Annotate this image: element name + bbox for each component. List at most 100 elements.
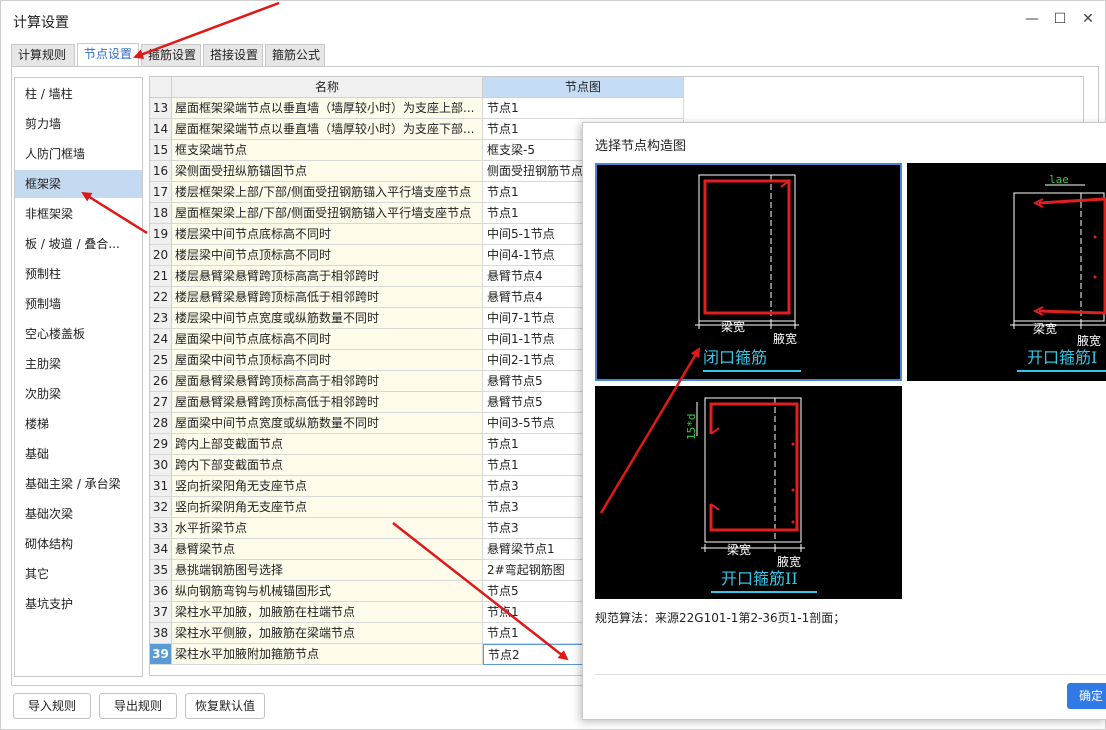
grid-header-name[interactable]: 名称 xyxy=(172,77,483,98)
row-number[interactable]: 21 xyxy=(150,266,172,287)
diagram-thumb-closed-stirrup[interactable]: 梁宽 腋宽 闭口箍筋 xyxy=(595,163,902,381)
row-name-cell[interactable]: 跨内上部变截面节点 xyxy=(172,434,483,455)
sidebar-item-foundation-main-beam[interactable]: 基础主梁 / 承台梁 xyxy=(15,470,142,498)
row-name-cell[interactable]: 屋面框架梁端节点以垂直墙（墙厚较小时）为支座下部... xyxy=(172,119,483,140)
row-name-cell[interactable]: 跨内下部变截面节点 xyxy=(172,455,483,476)
row-number[interactable]: 33 xyxy=(150,518,172,539)
sidebar-item-shear-wall[interactable]: 剪力墙 xyxy=(15,110,142,138)
row-number[interactable]: 32 xyxy=(150,497,172,518)
row-number[interactable]: 29 xyxy=(150,434,172,455)
grid-header-node[interactable]: 节点图 xyxy=(483,77,684,98)
row-number[interactable]: 23 xyxy=(150,308,172,329)
row-number[interactable]: 25 xyxy=(150,350,172,371)
sidebar-item-slab-ramp[interactable]: 板 / 坡道 / 叠合... xyxy=(15,230,142,258)
row-name-cell[interactable]: 框支梁端节点 xyxy=(172,140,483,161)
sidebar-item-column[interactable]: 柱 / 墙柱 xyxy=(15,80,142,108)
sidebar-item-main-rib-beam[interactable]: 主肋梁 xyxy=(15,350,142,378)
confirm-button[interactable]: 确定 xyxy=(1067,683,1106,709)
row-name-cell[interactable]: 屋面梁中间节点顶标高不同时 xyxy=(172,350,483,371)
title-bar: 计算设置 — ☐ ✕ xyxy=(1,1,1106,39)
row-name-cell[interactable]: 梁柱水平侧腋，加腋筋在梁端节点 xyxy=(172,623,483,644)
import-rules-button[interactable]: 导入规则 xyxy=(13,693,91,719)
row-number[interactable]: 31 xyxy=(150,476,172,497)
sidebar-item-pit-support[interactable]: 基坑支护 xyxy=(15,590,142,618)
row-number[interactable]: 27 xyxy=(150,392,172,413)
sidebar-item-civil-defense-door-wall[interactable]: 人防门框墙 xyxy=(15,140,142,168)
row-name-cell[interactable]: 楼层悬臂梁悬臂跨顶标高低于相邻跨时 xyxy=(172,287,483,308)
calc-settings-window: 计算设置 — ☐ ✕ 计算规则 节点设置 箍筋设置 搭接设置 箍筋公式 柱 / … xyxy=(0,0,1106,730)
row-number[interactable]: 19 xyxy=(150,224,172,245)
tab-node-settings[interactable]: 节点设置 xyxy=(77,43,139,67)
row-name-cell[interactable]: 楼层框架梁上部/下部/侧面受扭钢筋锚入平行墙支座节点 xyxy=(172,182,483,203)
tab-stirrup-formula[interactable]: 箍筋公式 xyxy=(265,44,325,66)
sidebar-item-hollow-slab[interactable]: 空心楼盖板 xyxy=(15,320,142,348)
row-number[interactable]: 13 xyxy=(150,98,172,119)
row-name-cell[interactable]: 楼层梁中间节点宽度或纵筋数量不同时 xyxy=(172,308,483,329)
row-number[interactable]: 35 xyxy=(150,560,172,581)
open-stirrup-2-diagram: 15*d 梁宽 腋宽 开口箍筋II xyxy=(685,397,817,593)
sidebar-item-precast-column[interactable]: 预制柱 xyxy=(15,260,142,288)
tab-stirrup-settings[interactable]: 箍筋设置 xyxy=(141,44,201,66)
tab-lap-settings[interactable]: 搭接设置 xyxy=(203,44,263,66)
sidebar-item-secondary-rib-beam[interactable]: 次肋梁 xyxy=(15,380,142,408)
row-name-cell[interactable]: 屋面梁中间节点底标高不同时 xyxy=(172,329,483,350)
row-name-cell[interactable]: 屋面框架梁上部/下部/侧面受扭钢筋锚入平行墙支座节点 xyxy=(172,203,483,224)
row-name-cell[interactable]: 楼层梁中间节点顶标高不同时 xyxy=(172,245,483,266)
table-row[interactable]: 13 屋面框架梁端节点以垂直墙（墙厚较小时）为支座上部... 节点1 xyxy=(150,98,684,119)
row-name-cell[interactable]: 竖向折梁阳角无支座节点 xyxy=(172,476,483,497)
open1-beam-width-label: 梁宽 xyxy=(1033,321,1057,336)
row-number[interactable]: 18 xyxy=(150,203,172,224)
row-name-cell[interactable]: 悬挑端钢筋图号选择 xyxy=(172,560,483,581)
row-number[interactable]: 15 xyxy=(150,140,172,161)
sidebar-item-other[interactable]: 其它 xyxy=(15,560,142,588)
row-number[interactable]: 28 xyxy=(150,413,172,434)
export-rules-button[interactable]: 导出规则 xyxy=(99,693,177,719)
diagram-thumb-open-stirrup-2[interactable]: 15*d 梁宽 腋宽 开口箍筋II xyxy=(595,386,902,599)
closed-stirrup-diagram: 梁宽 腋宽 闭口箍筋 xyxy=(695,174,801,372)
row-number[interactable]: 37 xyxy=(150,602,172,623)
tab-calc-rules[interactable]: 计算规则 xyxy=(11,44,75,66)
row-number[interactable]: 22 xyxy=(150,287,172,308)
minimize-icon[interactable]: — xyxy=(1024,11,1040,27)
popup-divider xyxy=(595,674,1106,675)
row-node-cell[interactable]: 节点1 xyxy=(483,98,684,119)
sidebar-item-masonry[interactable]: 砌体结构 xyxy=(15,530,142,558)
row-name-cell[interactable]: 悬臂梁节点 xyxy=(172,539,483,560)
row-name-cell[interactable]: 梁柱水平加腋附加箍筋节点 xyxy=(172,644,483,665)
row-number[interactable]: 34 xyxy=(150,539,172,560)
grid-header-corner xyxy=(150,77,172,98)
sidebar-item-stairs[interactable]: 楼梯 xyxy=(15,410,142,438)
row-name-cell[interactable]: 屋面悬臂梁悬臂跨顶标高低于相邻跨时 xyxy=(172,392,483,413)
row-number[interactable]: 14 xyxy=(150,119,172,140)
row-number[interactable]: 30 xyxy=(150,455,172,476)
sidebar-item-foundation[interactable]: 基础 xyxy=(15,440,142,468)
sidebar-item-precast-wall[interactable]: 预制墙 xyxy=(15,290,142,318)
row-number[interactable]: 20 xyxy=(150,245,172,266)
close-icon[interactable]: ✕ xyxy=(1080,11,1096,27)
row-name-cell[interactable]: 纵向钢筋弯钩与机械锚固形式 xyxy=(172,581,483,602)
sidebar-item-non-frame-beam[interactable]: 非框架梁 xyxy=(15,200,142,228)
diagram-thumb-open-stirrup-1[interactable]: lae 梁宽 腋宽 开口箍筋I xyxy=(907,163,1106,381)
row-number[interactable]: 16 xyxy=(150,161,172,182)
row-number[interactable]: 24 xyxy=(150,329,172,350)
row-name-cell[interactable]: 屋面框架梁端节点以垂直墙（墙厚较小时）为支座上部... xyxy=(172,98,483,119)
row-name-cell[interactable]: 梁柱水平加腋，加腋筋在柱端节点 xyxy=(172,602,483,623)
row-number[interactable]: 38 xyxy=(150,623,172,644)
row-number[interactable]: 26 xyxy=(150,371,172,392)
row-name-cell[interactable]: 竖向折梁阴角无支座节点 xyxy=(172,497,483,518)
restore-defaults-button[interactable]: 恢复默认值 xyxy=(185,693,265,719)
maximize-icon[interactable]: ☐ xyxy=(1052,11,1068,27)
row-number[interactable]: 36 xyxy=(150,581,172,602)
sidebar-item-foundation-secondary-beam[interactable]: 基础次梁 xyxy=(15,500,142,528)
sidebar-item-frame-beam[interactable]: 框架梁 xyxy=(15,170,142,198)
row-name-cell[interactable]: 楼层悬臂梁悬臂跨顶标高高于相邻跨时 xyxy=(172,266,483,287)
node-diagram-popup: 选择节点构造图 梁宽 腋宽 闭口箍筋 lae 梁宽 腋宽 开口箍筋I 15*d … xyxy=(582,122,1106,720)
row-name-cell[interactable]: 梁侧面受扭纵筋锚固节点 xyxy=(172,161,483,182)
row-number[interactable]: 17 xyxy=(150,182,172,203)
row-name-cell[interactable]: 水平折梁节点 xyxy=(172,518,483,539)
row-name-cell[interactable]: 屋面梁中间节点宽度或纵筋数量不同时 xyxy=(172,413,483,434)
row-name-cell[interactable]: 屋面悬臂梁悬臂跨顶标高高于相邻跨时 xyxy=(172,371,483,392)
row-name-cell[interactable]: 楼层梁中间节点底标高不同时 xyxy=(172,224,483,245)
open2-haunch-width-label: 腋宽 xyxy=(777,554,801,569)
row-number[interactable]: 39 xyxy=(150,644,172,665)
